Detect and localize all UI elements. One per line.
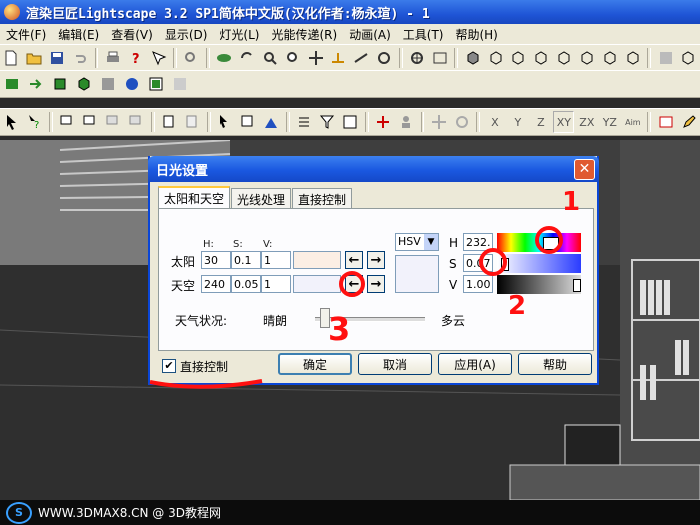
site-logo-icon: S [6, 501, 32, 524]
watermark-text: WWW.3DMAX8.CN @ 3D教程网 [38, 506, 222, 520]
annotation-underline [149, 379, 263, 389]
annotation-layer: 1 2 3 [149, 187, 580, 389]
annotation-circle-2 [479, 248, 507, 276]
annotation-circle-3 [339, 271, 365, 297]
annotation-number-3: 3 [328, 310, 350, 348]
annotation-circle-1 [535, 226, 563, 254]
annotation-number-2: 2 [508, 291, 526, 321]
annotation-number-1: 1 [562, 187, 580, 217]
watermark-footer: S WWW.3DMAX8.CN @ 3D教程网 [0, 500, 700, 525]
